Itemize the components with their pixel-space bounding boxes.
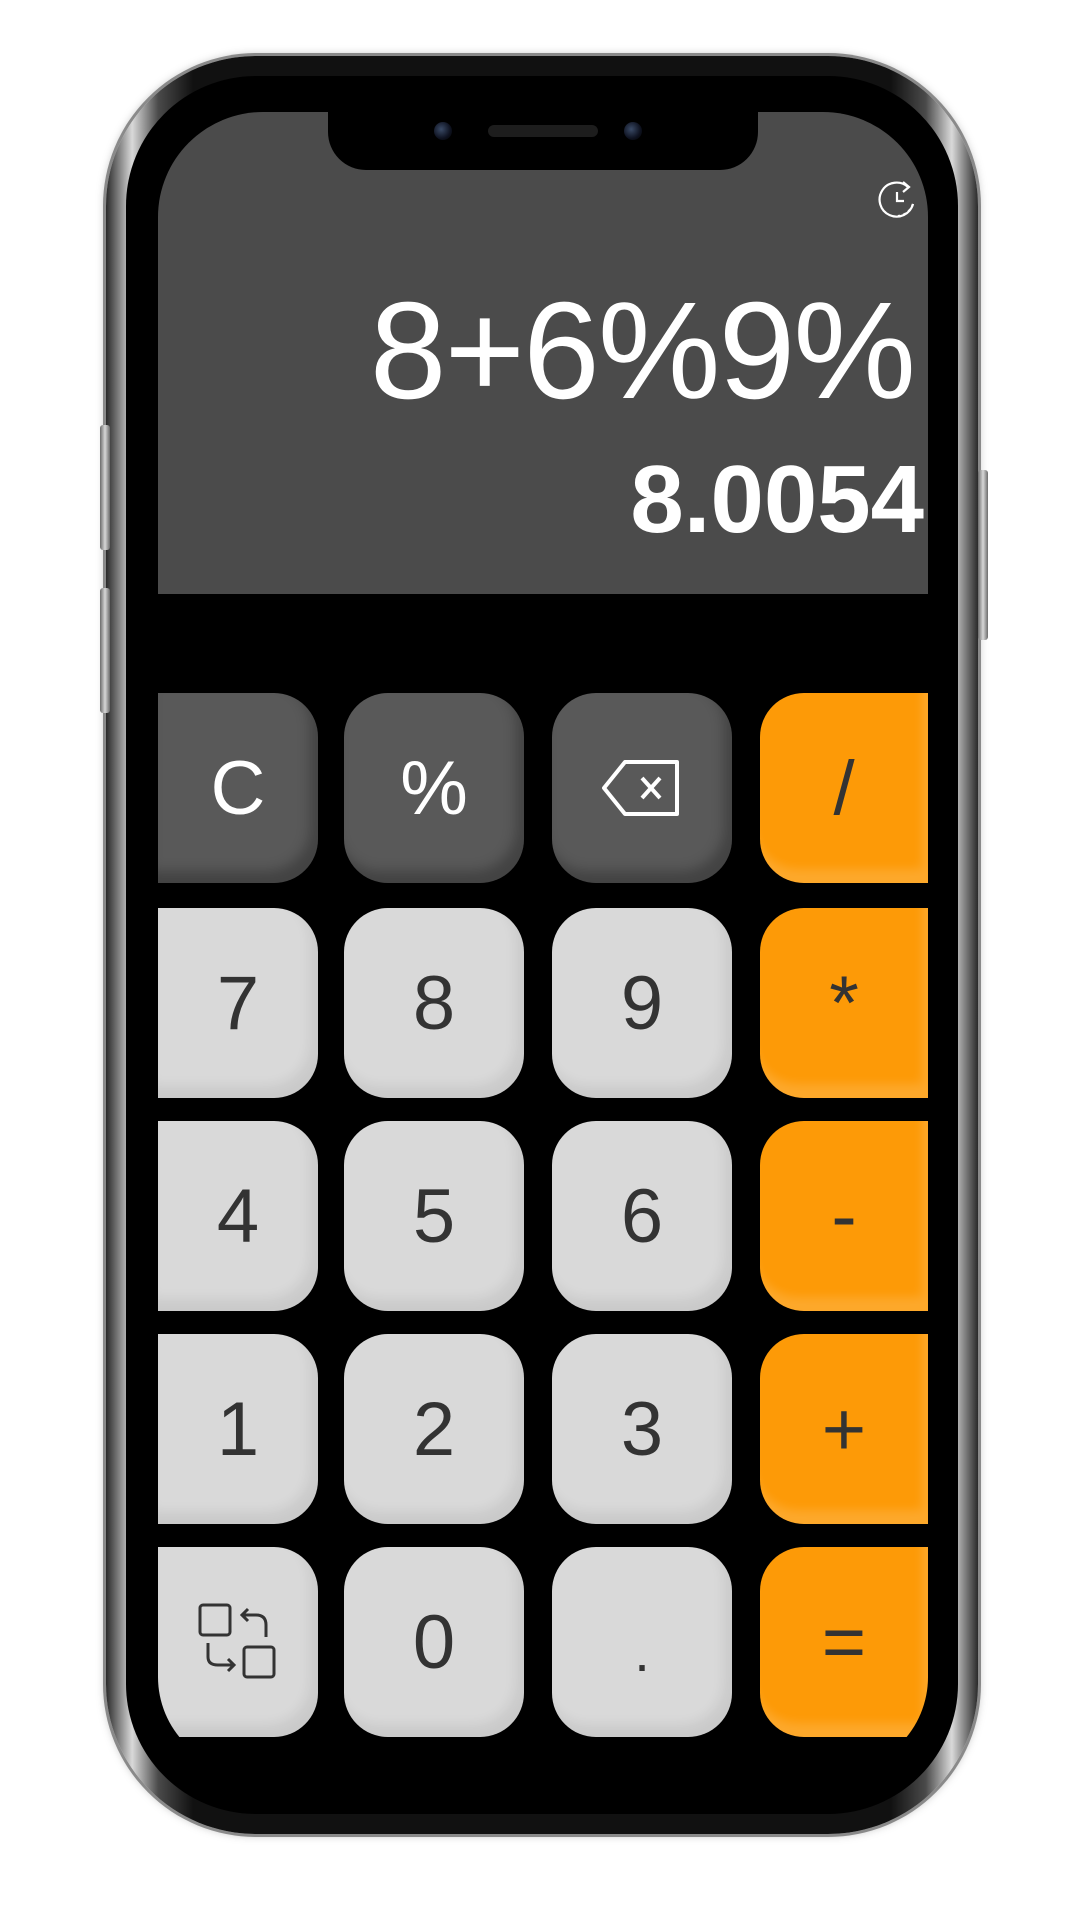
digit-4-button[interactable]: 4 [158,1121,318,1311]
backspace-icon [602,760,679,816]
digit-1-label: 1 [216,1386,260,1472]
swap-button[interactable] [158,1547,318,1737]
decimal-button[interactable]: . [552,1547,732,1737]
digit-2-label: 2 [412,1386,456,1472]
side-button-volume [100,588,110,713]
divide-label: / [833,745,855,831]
side-button-silent [100,425,110,550]
multiply-button[interactable]: * [760,908,928,1098]
decimal-label: . [634,1619,650,1683]
multiply-label: * [829,960,859,1046]
front-sensor [624,122,642,140]
percent-button[interactable]: % [344,693,524,883]
digit-6-button[interactable]: 6 [552,1121,732,1311]
digit-3-label: 3 [620,1386,664,1472]
digit-6-label: 6 [620,1173,664,1259]
digit-3-button[interactable]: 3 [552,1334,732,1524]
digit-9-label: 9 [620,960,664,1046]
notch [328,112,758,170]
clear-button[interactable]: C [158,693,318,883]
digit-0-button[interactable]: 0 [344,1547,524,1737]
history-clock-icon [878,181,915,218]
digit-8-label: 8 [412,960,456,1046]
digit-4-label: 4 [216,1173,260,1259]
digit-8-button[interactable]: 8 [344,908,524,1098]
digit-7-label: 7 [216,960,260,1046]
digit-5-label: 5 [412,1173,456,1259]
subtract-label: - [831,1173,857,1259]
divide-button[interactable]: / [760,693,928,883]
digit-7-button[interactable]: 7 [158,908,318,1098]
expression-display: 8+6%9% [369,274,916,428]
subtract-button[interactable]: - [760,1121,928,1311]
side-button-power [978,470,988,640]
percent-label: % [400,745,468,831]
equals-button[interactable]: = [760,1547,928,1737]
backspace-button[interactable] [552,693,732,883]
screen: 8+6%9% 8.0054 C % / 7 8 9 * 4 5 6 - 1 2 … [158,112,928,1772]
add-button[interactable]: + [760,1334,928,1524]
digit-1-button[interactable]: 1 [158,1334,318,1524]
digit-5-button[interactable]: 5 [344,1121,524,1311]
clear-label: C [210,745,266,831]
swap-icon [198,1603,276,1679]
front-camera [434,122,452,140]
digit-9-button[interactable]: 9 [552,908,732,1098]
history-button[interactable] [870,172,924,226]
digit-0-label: 0 [412,1599,456,1685]
add-label: + [821,1386,867,1472]
earpiece-speaker [488,125,598,137]
calculator-display: 8+6%9% 8.0054 [158,112,928,594]
digit-2-button[interactable]: 2 [344,1334,524,1524]
equals-label: = [821,1599,867,1685]
result-display: 8.0054 [630,446,924,553]
